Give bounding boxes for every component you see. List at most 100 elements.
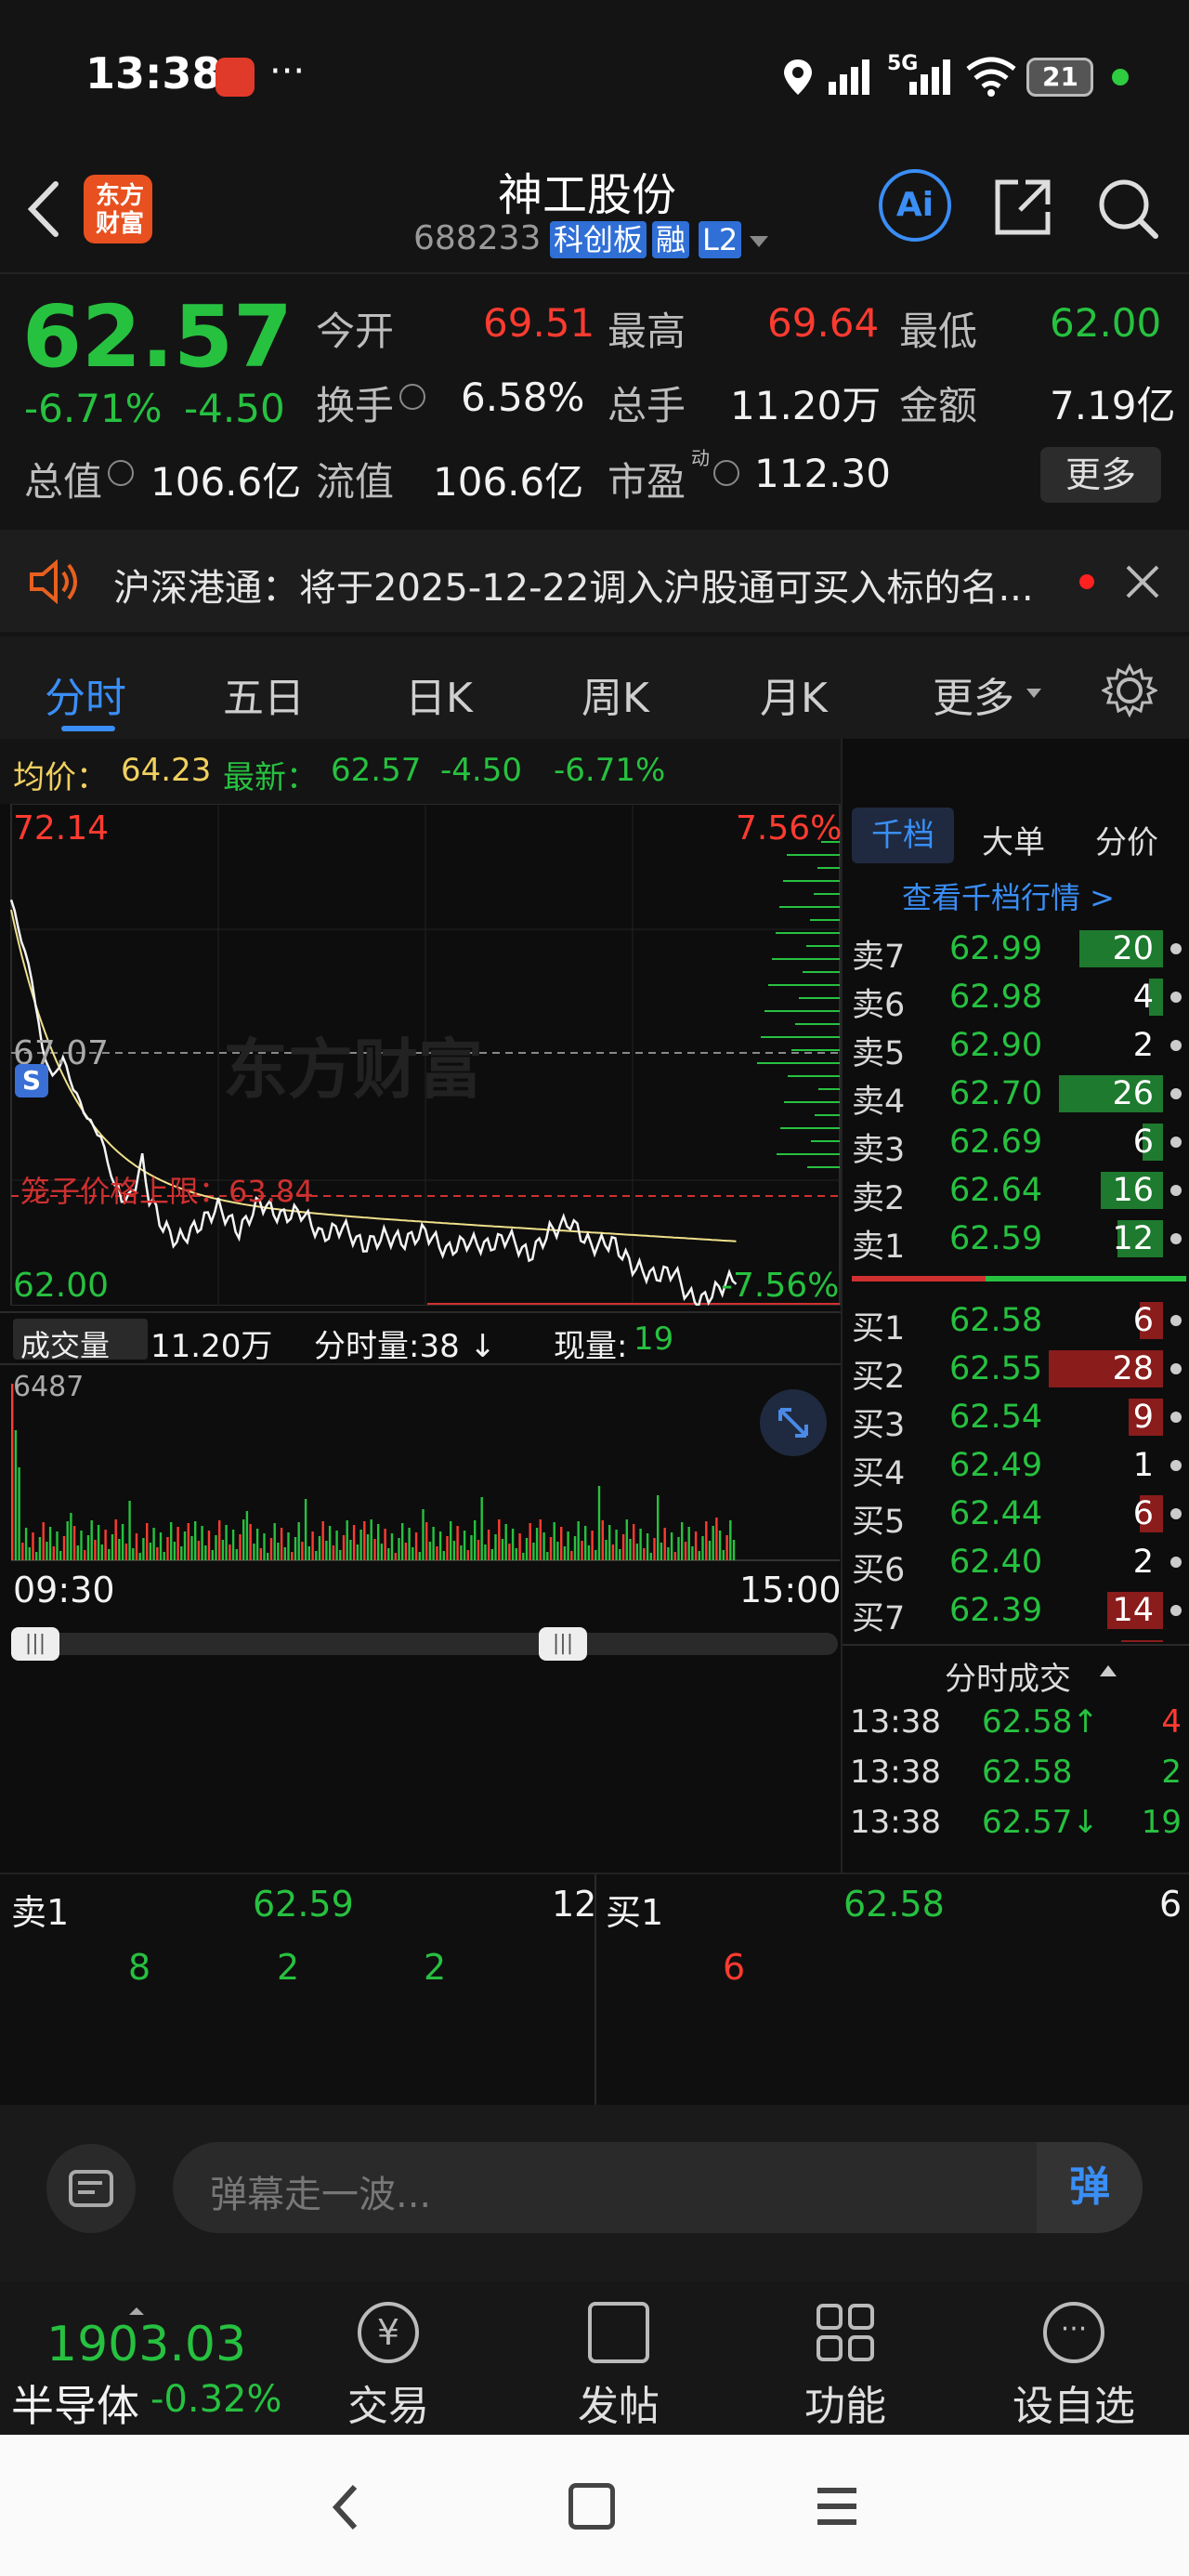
volume-bar xyxy=(456,1526,459,1560)
slider-handle-right[interactable]: ||| xyxy=(539,1627,587,1661)
tab-more-chevron-icon xyxy=(1026,685,1042,698)
ask-row[interactable]: 卖6 62.98 4 xyxy=(843,973,1189,1024)
volume-bar xyxy=(466,1550,469,1560)
volume-bar xyxy=(446,1536,449,1560)
trade-volume: 2 xyxy=(1161,1754,1182,1791)
notice-banner[interactable]: 沪深港通：将于2025-12-22调入沪股通可买入标的名... xyxy=(0,530,1189,632)
volume-bar xyxy=(159,1532,163,1560)
bid-row[interactable]: 买1 62.58 6 xyxy=(843,1296,1189,1347)
ask-row[interactable]: 卖4 62.70 26 xyxy=(843,1070,1189,1121)
nav-trade[interactable]: ¥ 交易 xyxy=(314,2291,463,2430)
level-volume: 2 xyxy=(1132,1544,1154,1581)
ask-row[interactable]: 卖2 62.64 16 xyxy=(843,1166,1189,1217)
book-detail-link[interactable]: 查看千档行情 > xyxy=(902,874,1115,917)
level-volume: 4 xyxy=(1132,979,1154,1016)
volume-bar xyxy=(342,1535,346,1560)
pe-info-icon[interactable] xyxy=(713,460,739,486)
turnover-info-icon[interactable] xyxy=(399,384,425,410)
volume-bar xyxy=(339,1550,342,1560)
volume-bar xyxy=(577,1521,580,1560)
tab-daily-k[interactable]: 日K xyxy=(405,664,473,724)
volume-bar xyxy=(515,1548,517,1560)
bid-row[interactable]: 买3 62.54 9 xyxy=(843,1393,1189,1444)
ask-row[interactable]: 卖5 62.90 2 xyxy=(843,1021,1189,1072)
level-dot xyxy=(1170,1508,1182,1519)
bid-row[interactable]: 买7 62.39 14 xyxy=(843,1586,1189,1637)
ai-button[interactable]: Ai xyxy=(879,169,951,242)
tab-intraday[interactable]: 分时 xyxy=(45,664,126,724)
tab-monthly-k[interactable]: 月K xyxy=(760,664,828,724)
search-icon[interactable] xyxy=(1096,177,1161,242)
index-change: -0.32% xyxy=(150,2378,282,2421)
more-button[interactable]: 更多 xyxy=(1040,447,1161,503)
volume-bar xyxy=(221,1540,225,1560)
ask-row[interactable]: 卖3 62.69 6 xyxy=(843,1118,1189,1169)
volume-bar xyxy=(615,1530,618,1560)
mktcap-info-icon[interactable] xyxy=(108,460,134,486)
sys-menu-icon[interactable] xyxy=(816,2485,858,2528)
sys-home-icon[interactable] xyxy=(568,2483,615,2530)
book-tab-large[interactable]: 大单 xyxy=(982,817,1045,862)
ask-row[interactable]: 卖7 62.99 20 xyxy=(843,925,1189,976)
volume-bar xyxy=(287,1532,290,1560)
volume-bar xyxy=(490,1549,493,1560)
danmu-settings-icon[interactable] xyxy=(46,2144,136,2233)
volume-bar xyxy=(359,1530,362,1560)
volume-bar xyxy=(121,1524,124,1560)
book-tab-depth[interactable]: 千档 xyxy=(852,808,954,863)
change-percent: -6.71% xyxy=(24,386,163,431)
back-chevron-icon[interactable] xyxy=(20,177,67,242)
volume-bar xyxy=(532,1543,535,1560)
time-range-slider[interactable] xyxy=(11,1633,838,1655)
volume-bar xyxy=(142,1538,145,1560)
volume-bar xyxy=(487,1530,490,1560)
slider-handle-left[interactable]: ||| xyxy=(11,1627,59,1661)
bid-row[interactable]: 买2 62.55 28 xyxy=(843,1345,1189,1396)
volume-bar xyxy=(498,1519,501,1560)
level2-badge[interactable]: L2 xyxy=(699,221,742,258)
float-value: 106.6亿 xyxy=(433,459,584,505)
index-ticker[interactable]: 1903.03 半导体 -0.32% xyxy=(0,2281,297,2435)
danmu-input[interactable]: 弹幕走一波... xyxy=(173,2142,1143,2233)
dropdown-triangle-icon[interactable] xyxy=(748,234,770,249)
sys-back-icon[interactable] xyxy=(327,2481,364,2533)
bid-row[interactable]: 买6 62.40 2 xyxy=(843,1538,1189,1589)
volume-bar xyxy=(401,1523,404,1560)
index-name: 半导体 xyxy=(11,2381,139,2431)
volume-bar xyxy=(84,1550,86,1560)
share-icon[interactable] xyxy=(992,177,1053,238)
nav-post[interactable]: 发帖 xyxy=(544,2291,693,2430)
high-value: 69.64 xyxy=(767,300,880,346)
latest-label: 最新： xyxy=(223,759,318,796)
volume-bar xyxy=(138,1553,141,1560)
volume-selector[interactable]: 成交量 xyxy=(13,1319,148,1363)
volume-bar xyxy=(404,1543,408,1560)
stock-code: 688233 xyxy=(413,219,542,257)
volume-bar xyxy=(86,1535,90,1560)
level-label: 买5 xyxy=(852,1504,906,1541)
volume-bar xyxy=(698,1551,700,1560)
bid-row[interactable]: 买5 62.44 6 xyxy=(843,1490,1189,1541)
bid-row[interactable]: 买8 62.35 10 xyxy=(843,1635,1189,1642)
app-logo[interactable]: 东方 财富 xyxy=(84,175,152,243)
trades-header[interactable]: 分时成交 xyxy=(843,1644,1189,1698)
settings-gear-icon[interactable] xyxy=(1100,663,1159,718)
bid-row[interactable]: 买4 62.49 1 xyxy=(843,1441,1189,1492)
tab-more[interactable]: 更多 xyxy=(933,664,1014,724)
expand-icon[interactable] xyxy=(760,1389,827,1456)
volume-bar xyxy=(170,1522,173,1560)
ask-row[interactable]: 卖1 62.59 12 xyxy=(843,1215,1189,1266)
danmu-send-button[interactable]: 弹 xyxy=(1037,2142,1143,2233)
sell-marker[interactable]: S xyxy=(15,1064,48,1097)
book-tab-price[interactable]: 分价 xyxy=(1095,817,1158,862)
nav-add-watchlist[interactable]: ··· 设自选 xyxy=(1000,2291,1148,2430)
mktcap-value: 106.6亿 xyxy=(150,459,302,505)
volume-bar xyxy=(390,1533,394,1560)
tab-weekly-k[interactable]: 周K xyxy=(581,664,649,724)
volume-bar xyxy=(601,1520,604,1560)
volume-bar xyxy=(176,1527,179,1560)
close-icon[interactable] xyxy=(1124,563,1161,600)
nav-functions[interactable]: 功能 xyxy=(771,2291,920,2430)
tab-five-day[interactable]: 五日 xyxy=(223,664,305,724)
high-label: 最高 xyxy=(608,309,686,354)
